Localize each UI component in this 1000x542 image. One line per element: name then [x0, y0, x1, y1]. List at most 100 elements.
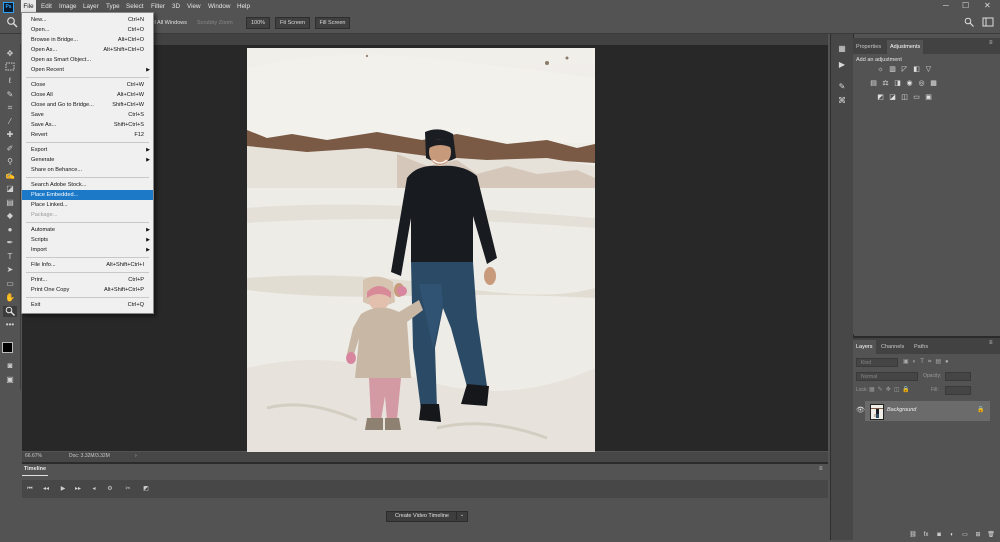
menu-item-file-info[interactable]: File Info... Alt+Shift+Ctrl+I: [22, 260, 153, 270]
menu-help[interactable]: Help: [237, 0, 250, 13]
tab-adjustments[interactable]: Adjustments: [887, 40, 924, 54]
menu-item-close-all[interactable]: Close All Alt+Ctrl+W: [22, 90, 153, 100]
zoom-level[interactable]: 66.67%: [25, 453, 42, 459]
menu-item-save-as[interactable]: Save As... Shift+Ctrl+S: [22, 120, 153, 130]
link-icon[interactable]: ⛓: [908, 530, 918, 540]
maximize-icon[interactable]: ☐: [962, 1, 969, 10]
fx-icon[interactable]: fx: [921, 530, 931, 540]
vibrance-icon[interactable]: ▽: [924, 66, 933, 74]
adjustment-icon[interactable]: ◐: [947, 530, 957, 540]
layer-name[interactable]: Background: [887, 407, 916, 413]
play-icon[interactable]: ▶: [58, 484, 68, 494]
zoom-tool-icon[interactable]: [3, 306, 17, 317]
chevron-down-icon[interactable]: ⌄: [456, 511, 467, 520]
menu-item-scripts[interactable]: Scripts ▶: [22, 235, 153, 245]
menu-item-export[interactable]: Export ▶: [22, 145, 153, 155]
zoom-tool-icon[interactable]: [6, 16, 18, 28]
pen-tool-icon[interactable]: ✒: [3, 237, 17, 248]
menu-item-import[interactable]: Import ▶: [22, 245, 153, 255]
hand-tool-icon[interactable]: ✋: [3, 292, 17, 303]
gradient-tool-icon[interactable]: ▤: [3, 197, 17, 208]
selective-color-icon[interactable]: ▣: [924, 94, 933, 102]
layer-row-background[interactable]: Background 🔒: [865, 401, 990, 421]
clone-stamp-tool-icon[interactable]: ⚲: [3, 156, 17, 167]
trash-icon[interactable]: 🗑: [986, 530, 996, 540]
tab-paths[interactable]: Paths: [911, 340, 931, 354]
menu-window[interactable]: Window: [208, 0, 230, 13]
scrubby-zoom-checkbox[interactable]: Scrubby Zoom: [197, 17, 233, 29]
quick-mask-icon[interactable]: ◙: [3, 360, 17, 371]
curves-icon[interactable]: ◸: [900, 66, 909, 74]
scroll-all-windows-checkbox[interactable]: Scroll All Windows: [150, 17, 187, 29]
marquee-tool-icon[interactable]: [3, 62, 17, 73]
rectangle-tool-icon[interactable]: ▭: [3, 278, 17, 289]
close-icon[interactable]: ✕: [984, 1, 991, 10]
layer-kind-filter[interactable]: Kind: [856, 358, 898, 367]
menu-item-save[interactable]: Save Ctrl+S: [22, 110, 153, 120]
new-layer-icon[interactable]: ⊞: [973, 530, 983, 540]
panel-menu-icon[interactable]: ≡: [989, 340, 993, 346]
menu-item-generate[interactable]: Generate ▶: [22, 155, 153, 165]
eraser-tool-icon[interactable]: ◪: [3, 183, 17, 194]
dodge-tool-icon[interactable]: ●: [3, 224, 17, 235]
menu-item-new[interactable]: New... Ctrl+N: [22, 15, 153, 25]
history-brush-tool-icon[interactable]: ✍: [3, 170, 17, 181]
blur-tool-icon[interactable]: ◆: [3, 210, 17, 221]
panel-menu-icon[interactable]: ≡: [819, 466, 823, 472]
status-menu-arrow-icon[interactable]: ›: [135, 453, 137, 459]
menu-item-place-linked[interactable]: Place Linked...: [22, 200, 153, 210]
tab-properties[interactable]: Properties: [853, 40, 884, 54]
minimize-icon[interactable]: ─: [943, 1, 949, 10]
more-tools-icon[interactable]: •••: [3, 319, 17, 330]
brightness-contrast-icon[interactable]: ☼: [876, 66, 885, 74]
gradient-map-icon[interactable]: ▭: [912, 94, 921, 102]
zoom-100-button[interactable]: 100%: [246, 17, 270, 29]
crop-tool-icon[interactable]: ⌗: [3, 102, 17, 113]
menu-item-open-recent[interactable]: Open Recent ▶: [22, 65, 153, 75]
black-white-icon[interactable]: ◨: [893, 80, 902, 88]
color-lookup-icon[interactable]: ▦: [929, 80, 938, 88]
tab-timeline[interactable]: Timeline: [22, 464, 48, 476]
path-selection-tool-icon[interactable]: ➤: [3, 264, 17, 275]
screen-mode-icon[interactable]: ▣: [3, 374, 17, 385]
brush-tool-icon[interactable]: ✐: [3, 143, 17, 154]
mask-icon[interactable]: ◙: [934, 530, 944, 540]
menu-item-open-as-smart-object[interactable]: Open as Smart Object...: [22, 55, 153, 65]
visibility-eye-icon[interactable]: 👁: [856, 406, 865, 414]
menu-item-exit[interactable]: Exit Ctrl+Q: [22, 300, 153, 310]
folder-icon[interactable]: ▭: [960, 530, 970, 540]
transition-icon[interactable]: ◩: [141, 484, 151, 494]
split-scissors-icon[interactable]: ✂: [123, 484, 133, 494]
settings-gear-icon[interactable]: ⚙: [105, 484, 115, 494]
first-frame-icon[interactable]: ⏮: [25, 484, 35, 494]
menu-item-close[interactable]: Close Ctrl+W: [22, 80, 153, 90]
layer-filter-icons[interactable]: ▣◐T⌗▤●: [903, 358, 953, 366]
document-image[interactable]: [247, 48, 595, 452]
exposure-icon[interactable]: ◧: [912, 66, 921, 74]
workspace-icon[interactable]: [982, 16, 994, 28]
search-icon[interactable]: [964, 17, 974, 27]
audio-icon[interactable]: ◂: [89, 484, 99, 494]
fill-screen-button[interactable]: Fill Screen: [315, 17, 350, 29]
character-icon[interactable]: ⌘: [836, 96, 848, 106]
menu-item-print[interactable]: Print... Ctrl+P: [22, 275, 153, 285]
type-tool-icon[interactable]: T: [3, 251, 17, 262]
menu-item-automate[interactable]: Automate ▶: [22, 225, 153, 235]
tab-channels[interactable]: Channels: [878, 340, 907, 354]
menu-item-revert[interactable]: Revert F12: [22, 130, 153, 140]
previous-frame-icon[interactable]: ◂◂: [41, 484, 51, 494]
menu-item-print-one-copy[interactable]: Print One Copy Alt+Shift+Ctrl+P: [22, 285, 153, 295]
eyedropper-tool-icon[interactable]: ⁄: [3, 116, 17, 127]
brush-settings-icon[interactable]: ✎: [836, 82, 848, 92]
move-tool-icon[interactable]: ✥: [3, 48, 17, 59]
menu-item-close-and-go-to-bridge[interactable]: Close and Go to Bridge... Shift+Ctrl+W: [22, 100, 153, 110]
menu-item-open-as[interactable]: Open As... Alt+Shift+Ctrl+O: [22, 45, 153, 55]
fit-screen-button[interactable]: Fit Screen: [275, 17, 310, 29]
menu-item-search-adobe-stock[interactable]: Search Adobe Stock...: [22, 180, 153, 190]
levels-icon[interactable]: ▥: [888, 66, 897, 74]
menu-item-package[interactable]: Package...: [22, 210, 153, 220]
fill-field[interactable]: [945, 386, 971, 395]
menu-item-browse-in-bridge[interactable]: Browse in Bridge... Alt+Ctrl+O: [22, 35, 153, 45]
menu-item-share-on-behance[interactable]: Share on Behance...: [22, 165, 153, 175]
threshold-icon[interactable]: ◫: [900, 94, 909, 102]
